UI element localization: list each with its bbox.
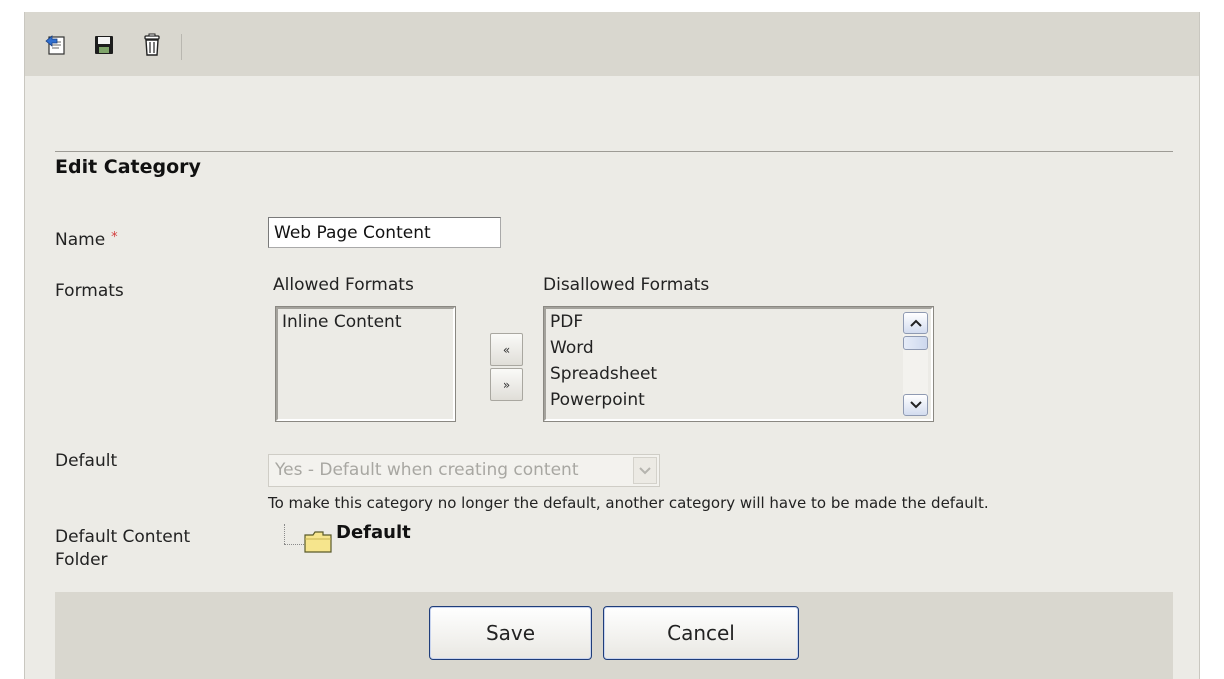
name-input[interactable] — [268, 217, 501, 248]
list-item[interactable]: Powerpoint — [546, 387, 931, 413]
save-button[interactable]: Save — [429, 606, 592, 660]
folder-icon — [304, 531, 332, 557]
folder-label: Default Content Folder — [55, 526, 190, 572]
cancel-button[interactable]: Cancel — [603, 606, 799, 660]
default-select-value: Yes - Default when creating content — [275, 460, 579, 480]
default-select: Yes - Default when creating content — [268, 454, 660, 487]
default-label: Default — [55, 451, 118, 471]
move-to-disallowed-button[interactable]: » — [490, 368, 523, 401]
default-note: To make this category no longer the defa… — [268, 494, 989, 512]
scrollbar-thumb[interactable] — [903, 336, 928, 350]
chevron-down-icon — [909, 401, 922, 409]
disallowed-formats-list[interactable]: PDF Word Spreadsheet Powerpoint — [544, 307, 933, 421]
name-label-text: Name — [55, 230, 106, 250]
tree-connector — [284, 544, 304, 545]
formats-label: Formats — [55, 281, 124, 301]
chevron-up-icon — [909, 319, 922, 327]
allowed-formats-header: Allowed Formats — [273, 275, 414, 295]
required-marker: * — [111, 230, 118, 245]
move-to-allowed-button[interactable]: « — [490, 333, 523, 366]
name-label: Name * — [55, 226, 118, 252]
chevron-down-icon — [639, 466, 651, 474]
toolbar-separator — [181, 34, 182, 60]
scroll-up-button[interactable] — [903, 312, 928, 334]
folder-label-line2: Folder — [55, 550, 108, 570]
trash-icon — [144, 33, 160, 56]
select-arrow — [633, 457, 657, 484]
section-divider — [55, 151, 1173, 152]
edit-category-panel: Edit Category Name * Formats Allowed Form… — [24, 12, 1200, 679]
back-icon — [45, 35, 65, 55]
allowed-formats-list[interactable]: Inline Content — [276, 307, 455, 421]
page-title: Edit Category — [55, 156, 201, 178]
list-item[interactable]: Spreadsheet — [546, 361, 931, 387]
scroll-down-button[interactable] — [903, 394, 928, 416]
back-button[interactable] — [41, 30, 71, 60]
list-item[interactable]: Inline Content — [278, 309, 453, 335]
list-item[interactable]: PDF — [546, 309, 931, 335]
toolbar — [25, 12, 1199, 76]
disallowed-formats-header: Disallowed Formats — [543, 275, 710, 295]
tree-connector — [284, 524, 285, 544]
folder-label-line1: Default Content — [55, 527, 191, 547]
disallowed-list-scrollbar[interactable] — [903, 312, 928, 416]
list-item[interactable]: Word — [546, 335, 931, 361]
folder-tree-item[interactable]: Default — [336, 522, 411, 543]
save-disk-icon — [95, 36, 113, 54]
delete-button[interactable] — [137, 30, 167, 60]
save-toolbar-button[interactable] — [89, 30, 119, 60]
